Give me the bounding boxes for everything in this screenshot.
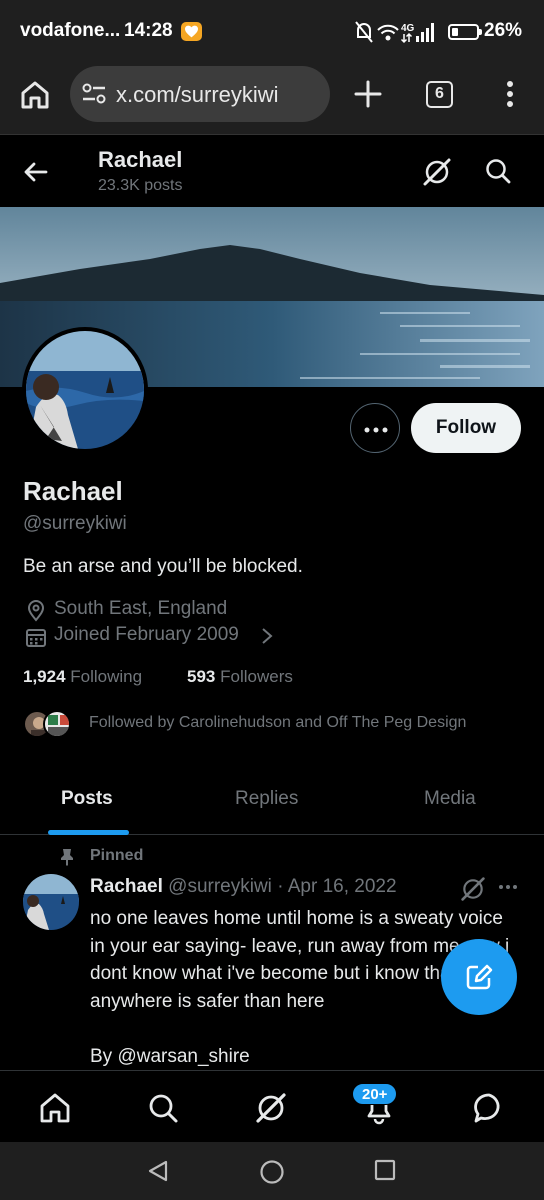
back-arrow-icon[interactable] <box>22 158 50 186</box>
app-notification-icon <box>181 22 202 41</box>
follow-button[interactable]: Follow <box>411 403 521 453</box>
bottom-nav: 20+ <box>0 1070 544 1142</box>
url-text: x.com/surreykiwi <box>116 82 279 107</box>
tab-switcher-button[interactable]: 6 <box>426 81 453 108</box>
profile-tabs: Posts Replies Media <box>0 768 544 835</box>
compose-icon <box>466 964 493 990</box>
followed-by-text: Followed by Carolinehudson and Off The P… <box>89 714 467 731</box>
location-text: South East, England <box>54 598 228 619</box>
compose-post-button[interactable] <box>441 939 517 1015</box>
profile-bio: Be an arse and you’ll be blocked. <box>23 556 303 577</box>
grok-nav-icon[interactable] <box>254 1091 288 1125</box>
search-icon[interactable] <box>484 157 512 185</box>
system-recents-icon[interactable] <box>374 1159 396 1181</box>
browser-toolbar: x.com/surreykiwi 6 <box>0 64 544 134</box>
following-link[interactable]: 1,924 Following <box>23 667 142 687</box>
post-more-icon[interactable] <box>498 884 518 890</box>
post-handle[interactable]: @surreykiwi <box>168 876 272 897</box>
battery-icon <box>448 24 482 40</box>
joined-text: Joined February 2009 <box>54 624 239 645</box>
post-header: Rachael @surreykiwi · Apr 16, 2022 <box>90 876 397 898</box>
new-tab-icon[interactable] <box>352 78 384 110</box>
calendar-icon <box>26 629 46 647</box>
home-icon[interactable] <box>38 1091 72 1125</box>
carrier-name: vodafone... <box>20 20 121 41</box>
battery-percent: 26% <box>484 20 523 41</box>
tab-replies[interactable]: Replies <box>235 788 298 810</box>
messages-icon[interactable] <box>472 1091 506 1125</box>
explore-search-icon[interactable] <box>146 1091 180 1125</box>
tab-media[interactable]: Media <box>424 788 476 810</box>
post-avatar[interactable] <box>23 874 79 930</box>
active-tab-indicator <box>48 830 129 835</box>
browser-menu-icon[interactable] <box>498 78 522 110</box>
address-bar[interactable]: x.com/surreykiwi <box>70 66 330 122</box>
followed-by-row[interactable]: Followed by Carolinehudson and Off The P… <box>23 708 523 742</box>
grok-post-icon[interactable] <box>460 876 486 902</box>
header-post-count: 23.3K posts <box>98 177 183 194</box>
more-dots-icon <box>364 427 388 433</box>
clock: 14:28 <box>124 20 173 41</box>
post-separator: · <box>277 876 284 897</box>
browser-home-icon[interactable] <box>18 78 52 112</box>
profile-handle: @surreykiwi <box>23 513 127 534</box>
pin-icon <box>61 849 73 866</box>
header-name: Rachael <box>98 147 183 172</box>
profile-avatar[interactable] <box>22 327 148 453</box>
system-home-icon[interactable] <box>259 1159 285 1185</box>
profile-name: Rachael <box>23 476 123 506</box>
signal-icons: 4G <box>355 21 434 44</box>
svg-text:4G: 4G <box>401 23 415 34</box>
chevron-right-icon <box>262 628 273 644</box>
post-date[interactable]: Apr 16, 2022 <box>288 876 397 897</box>
profile-header: Rachael 23.3K posts <box>0 134 544 207</box>
system-navigation-bar <box>0 1142 544 1200</box>
site-settings-icon[interactable] <box>82 83 106 105</box>
notification-badge: 20+ <box>352 1083 398 1105</box>
tab-posts[interactable]: Posts <box>61 788 113 810</box>
follower-avatar <box>43 710 71 738</box>
followers-link[interactable]: 593 Followers <box>187 667 293 687</box>
more-options-button[interactable] <box>350 403 400 453</box>
grok-icon[interactable] <box>422 157 452 187</box>
post-author[interactable]: Rachael <box>90 876 163 897</box>
status-bar: vodafone... 14:28 4G 26% <box>0 0 544 64</box>
pinned-label: Pinned <box>90 847 144 864</box>
location-pin-icon <box>27 600 45 622</box>
system-back-icon[interactable] <box>146 1159 170 1183</box>
